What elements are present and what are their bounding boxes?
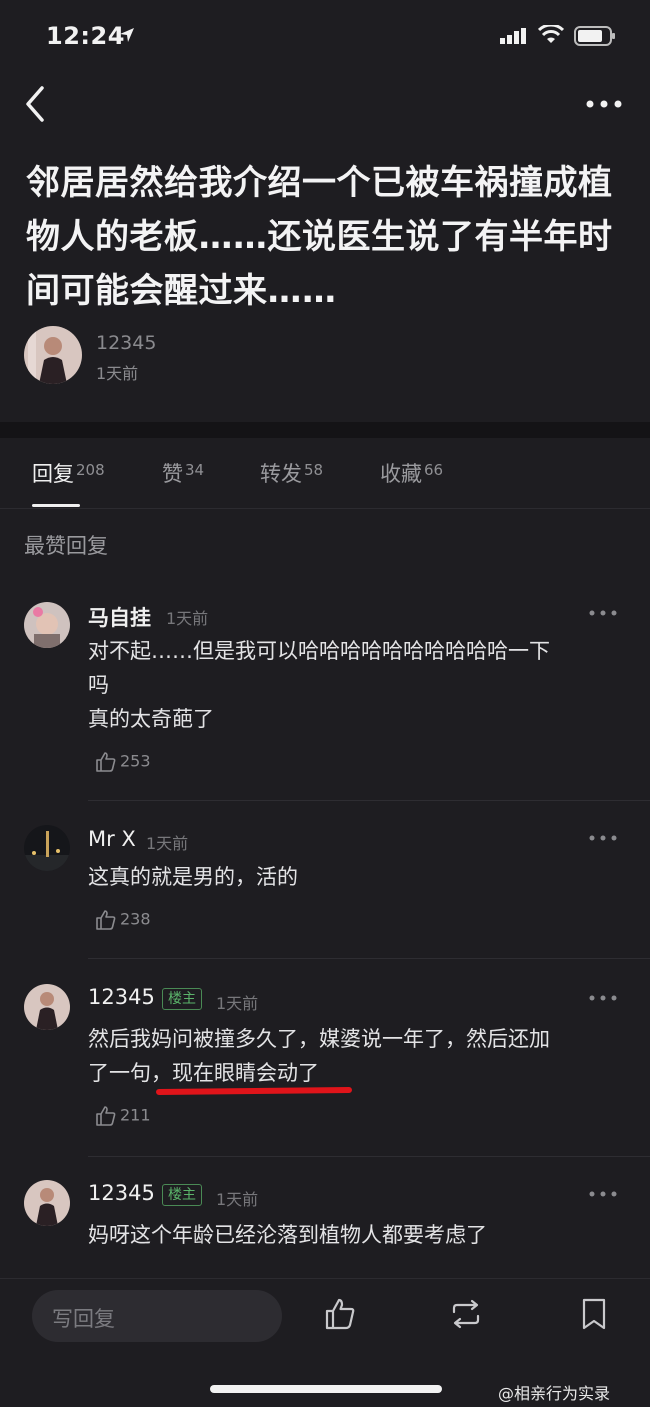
comment-text-line: 了一句，现在眼睛会动了 <box>88 1061 319 1085</box>
home-indicator[interactable] <box>210 1385 442 1393</box>
tab-label: 收藏 <box>380 462 422 486</box>
red-highlight-underline <box>155 1086 353 1096</box>
comment-time: 1天前 <box>146 834 189 853</box>
post-title: 邻居居然给我介绍一个已被车祸撞成植物人的老板……还说医生说了有半年时间可能会醒过… <box>26 163 613 311</box>
op-badge: 楼主 <box>162 988 202 1010</box>
op-badge: 楼主 <box>162 1184 202 1206</box>
more-options-icon[interactable] <box>584 92 624 116</box>
comment-text-line: 吗 <box>88 673 109 697</box>
section-title: 最赞回复 <box>24 534 108 558</box>
tab-replies[interactable]: 回复 208 <box>32 458 105 488</box>
comment-time: 1天前 <box>216 1190 259 1209</box>
battery-icon <box>574 26 615 46</box>
comment-more-icon[interactable] <box>588 1188 618 1200</box>
thumbs-up-icon[interactable] <box>322 1296 358 1332</box>
comment-text-line: 真的太奇葩了 <box>88 707 214 731</box>
status-bar: 12:24 <box>0 0 650 70</box>
commenter-avatar[interactable] <box>24 602 70 648</box>
tab-count: 66 <box>424 461 444 479</box>
wifi-icon <box>538 25 564 43</box>
post-time: 1天前 <box>96 364 139 383</box>
commenter-avatar[interactable] <box>24 825 70 871</box>
comment-more-icon[interactable] <box>588 832 618 844</box>
cellular-signal-icon <box>500 28 526 44</box>
like-count: 253 <box>120 751 151 771</box>
comment-divider <box>88 958 650 959</box>
location-arrow-icon <box>120 28 134 42</box>
comment-text: 这真的就是男的，活的 <box>88 865 298 889</box>
like-button[interactable]: 238 <box>94 908 151 932</box>
active-tab-indicator <box>32 504 80 507</box>
tab-label: 回复 <box>32 462 74 486</box>
tab-count: 208 <box>76 461 105 479</box>
status-time: 12:24 <box>46 22 125 50</box>
commenter-name[interactable]: 12345 <box>88 985 155 1009</box>
comment-text: 然后我妈问被撞多久了，媒婆说一年了，然后还加 了一句，现在眼睛会动了 <box>88 1022 618 1090</box>
reply-placeholder: 写回复 <box>52 1307 115 1331</box>
tab-label: 赞 <box>162 462 183 486</box>
tab-label: 转发 <box>260 462 302 486</box>
tab-count: 58 <box>304 461 324 479</box>
comment-more-icon[interactable] <box>588 607 618 619</box>
tab-favorites[interactable]: 收藏 66 <box>380 458 443 488</box>
like-button[interactable]: 211 <box>94 1104 151 1128</box>
tab-reposts[interactable]: 转发 58 <box>260 458 323 488</box>
tab-count: 34 <box>185 461 205 479</box>
commenter-avatar[interactable] <box>24 1180 70 1226</box>
comment-text: 妈呀这个年龄已经沦落到植物人都要考虑了 <box>88 1223 487 1247</box>
watermark: @相亲行为实录 <box>498 1384 611 1403</box>
like-button[interactable]: 253 <box>94 750 151 774</box>
section-gap <box>0 422 650 438</box>
comment-more-icon[interactable] <box>588 992 618 1004</box>
tab-bar: 回复 208 赞 34 转发 58 收藏 66 <box>0 438 650 509</box>
comment-time: 1天前 <box>216 994 259 1013</box>
comment-time: 1天前 <box>166 609 209 628</box>
commenter-name[interactable]: 12345 <box>88 1181 155 1205</box>
bookmark-icon[interactable] <box>576 1296 612 1332</box>
thumbs-up-icon <box>96 910 116 930</box>
like-count: 238 <box>120 909 151 929</box>
back-chevron-icon[interactable] <box>22 84 50 124</box>
commenter-avatar[interactable] <box>24 984 70 1030</box>
comment-text-line: 对不起……但是我可以哈哈哈哈哈哈哈哈哈哈一下 <box>88 639 550 663</box>
comment-text-line: 然后我妈问被撞多久了，媒婆说一年了，然后还加 <box>88 1027 550 1051</box>
comment-text: 对不起……但是我可以哈哈哈哈哈哈哈哈哈哈一下 吗 真的太奇葩了 <box>88 634 618 736</box>
thumbs-up-icon <box>96 1106 116 1126</box>
author-avatar[interactable] <box>24 326 82 384</box>
comment-divider <box>88 800 650 801</box>
thumbs-up-icon <box>96 752 116 772</box>
comment-divider <box>88 1156 650 1157</box>
tab-likes[interactable]: 赞 34 <box>162 458 204 488</box>
repost-icon[interactable] <box>448 1296 484 1332</box>
author-name[interactable]: 12345 <box>96 332 156 354</box>
like-count: 211 <box>120 1105 151 1125</box>
commenter-name[interactable]: Mr X <box>88 827 136 851</box>
commenter-name[interactable]: 马自挂 <box>88 602 151 632</box>
